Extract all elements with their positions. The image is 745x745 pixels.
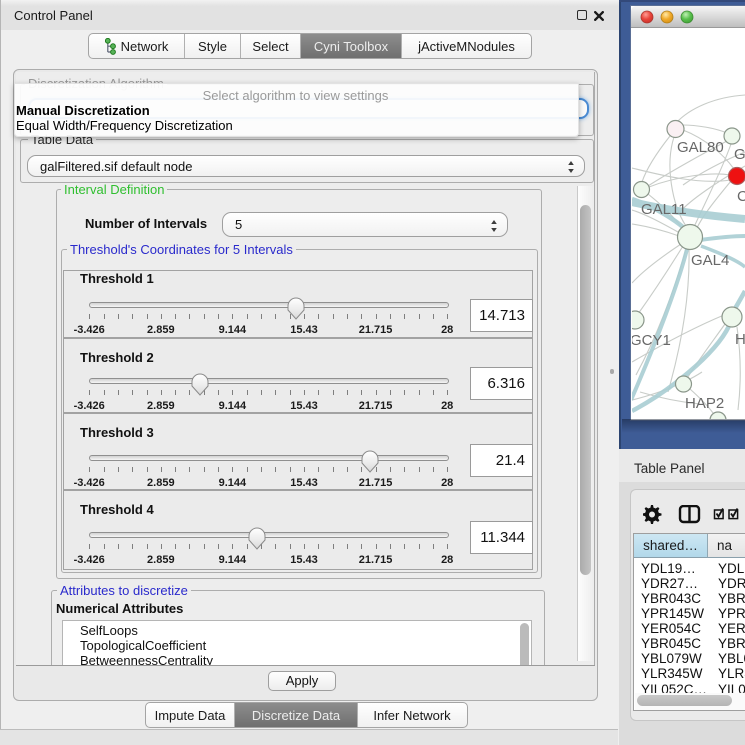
svg-text:GCY1: GCY1 [632,332,671,349]
svg-text:GAL80: GAL80 [677,139,724,156]
svg-text:GAL11: GAL11 [641,201,687,218]
svg-text:C: C [737,188,745,205]
svg-text:HAP2: HAP2 [685,395,724,412]
svg-text:H: H [735,331,745,348]
svg-text:GAL4: GAL4 [691,252,729,269]
svg-text:G.: G. [734,146,745,163]
